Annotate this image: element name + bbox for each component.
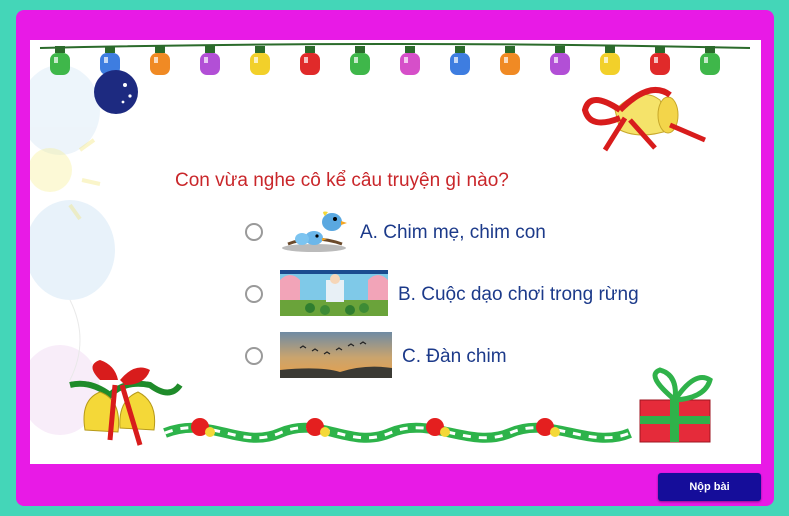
radio-button-b[interactable] bbox=[245, 285, 263, 303]
forest-stage-icon bbox=[280, 270, 388, 316]
quiz-slide: Con vừa nghe cô kể câu truyện gì nào? A.… bbox=[30, 40, 761, 464]
option-label-b: B. Cuộc dạo chơi trong rừng bbox=[398, 284, 639, 305]
radio-button-a[interactable] bbox=[245, 223, 263, 241]
answer-option-c[interactable]: C. Đàn chim bbox=[30, 330, 761, 382]
question-text: Con vừa nghe cô kể câu truyện gì nào? bbox=[175, 170, 509, 191]
bird-icon bbox=[282, 211, 347, 252]
option-label-a: A. Chim mẹ, chim con bbox=[360, 222, 546, 243]
answer-option-b[interactable]: B. Cuộc dạo chơi trong rừng bbox=[30, 268, 761, 320]
answer-option-a[interactable]: A. Chim mẹ, chim con bbox=[30, 206, 761, 258]
submit-button[interactable]: Nộp bài bbox=[658, 473, 761, 501]
option-label-c: C. Đàn chim bbox=[402, 346, 507, 367]
flock-of-birds-icon bbox=[280, 332, 392, 378]
garland-icon bbox=[163, 418, 632, 443]
bow-horn-icon bbox=[581, 87, 706, 152]
radio-button-c[interactable] bbox=[245, 347, 263, 365]
christmas-lights-icon bbox=[39, 43, 751, 75]
